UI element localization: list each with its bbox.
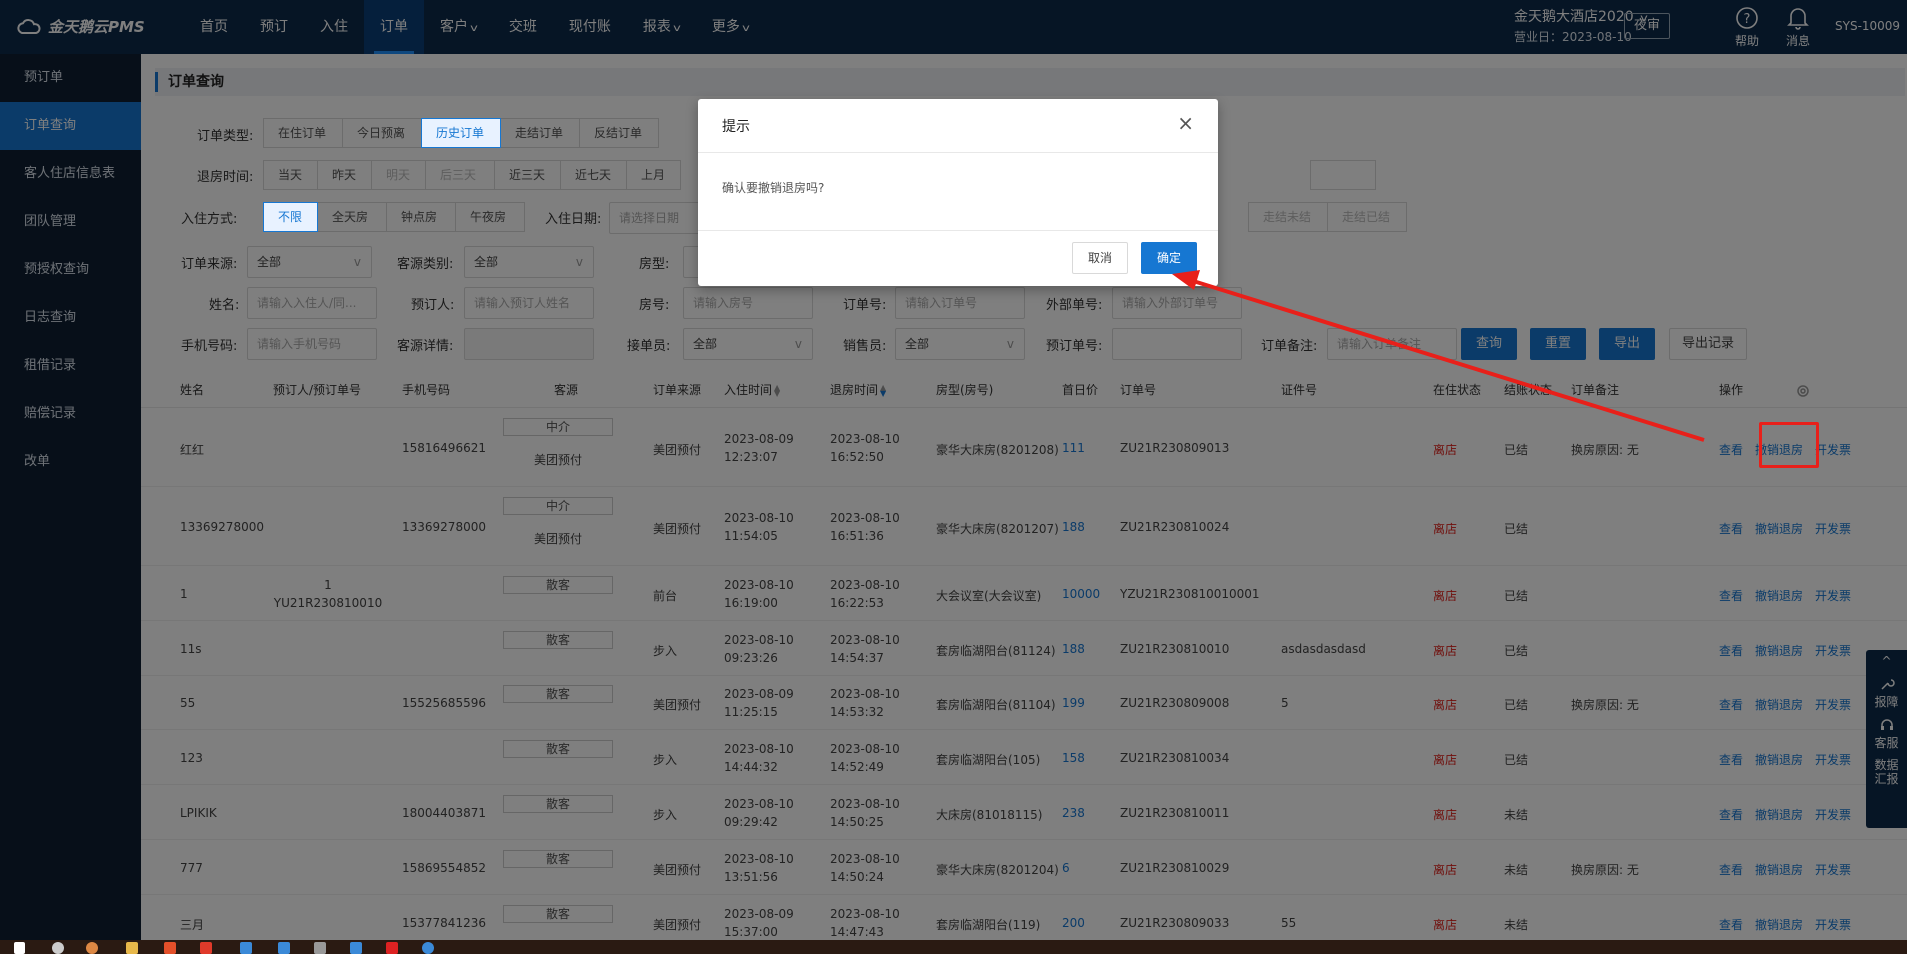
windows-start-icon[interactable] bbox=[14, 942, 25, 954]
order_types-option[interactable]: 历史订单 bbox=[421, 118, 501, 148]
app-icon[interactable] bbox=[240, 942, 252, 954]
chrome-icon[interactable] bbox=[86, 942, 98, 954]
app-icon[interactable] bbox=[200, 942, 212, 954]
annotation-arrow bbox=[1172, 270, 1705, 442]
annotation-arrow-line bbox=[1189, 278, 1705, 442]
app-icon[interactable] bbox=[350, 942, 362, 954]
checkin_modes-option[interactable]: 不限 bbox=[263, 202, 318, 232]
search-icon[interactable] bbox=[52, 942, 64, 954]
folder-icon[interactable] bbox=[126, 942, 138, 954]
app-icon[interactable] bbox=[164, 942, 176, 954]
annotation-arrow-head bbox=[1172, 270, 1200, 290]
app-icon[interactable] bbox=[422, 942, 434, 954]
os-taskbar bbox=[0, 940, 1907, 954]
app-icon[interactable] bbox=[278, 942, 290, 954]
app-icon[interactable] bbox=[314, 942, 326, 954]
app-icon[interactable] bbox=[386, 942, 398, 954]
